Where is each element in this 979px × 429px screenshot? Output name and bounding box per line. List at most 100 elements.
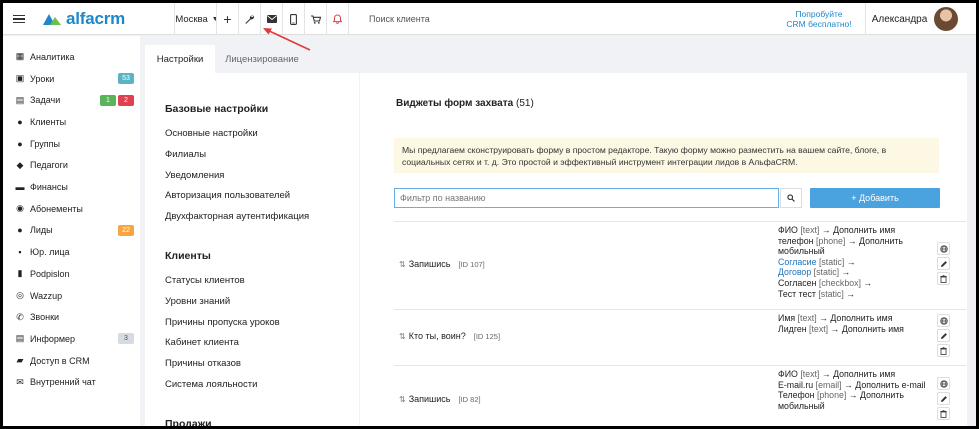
client-search-input[interactable] (369, 14, 529, 24)
logo-text: alfacrm (66, 9, 126, 28)
form-id: [ID 107] (458, 259, 485, 269)
trash-icon (940, 274, 947, 283)
sidebar-item[interactable]: ● Клиенты (3, 111, 140, 133)
form-fields: ФИО [text] → Дополнить имя телефон [phone… (778, 225, 928, 299)
edit-button[interactable] (937, 329, 950, 342)
edit-button[interactable] (937, 257, 950, 270)
settings-menu-link[interactable]: Система лояльности (165, 379, 257, 390)
open-button[interactable] (937, 242, 950, 255)
sidebar-item[interactable]: ▰ Доступ в CRM (3, 350, 140, 372)
settings-menu-link[interactable]: Филиалы (165, 149, 206, 160)
delete-button[interactable] (937, 407, 950, 420)
settings-menu-link[interactable]: Уровни знаний (165, 296, 230, 307)
logo[interactable]: alfacrm (41, 3, 141, 35)
form-name[interactable]: ⇅ Кто ты, воин? [ID 125] (399, 331, 500, 341)
open-button[interactable] (937, 314, 950, 327)
delete-button[interactable] (937, 344, 950, 357)
sidebar-item[interactable]: ✆ Звонки (3, 306, 140, 328)
search-icon (787, 194, 795, 202)
sidebar-item[interactable]: ▮ Podpislon (3, 263, 140, 285)
open-button[interactable] (937, 377, 950, 390)
form-name[interactable]: ⇅ Запишись [ID 82] (399, 394, 481, 404)
field-type: [static] (818, 256, 845, 267)
sidebar-item-label: Доступ в CRM (30, 355, 90, 366)
sidebar-item[interactable]: ◎ Wazzup (3, 285, 140, 307)
pencil-icon (940, 395, 948, 403)
field-mapping: телефон [phone] → Дополнить мобильный (778, 236, 928, 257)
page-title: Виджеты форм захвата (51) (396, 98, 534, 109)
section-title-sales: Продажи (165, 418, 212, 426)
globe-icon (939, 316, 948, 325)
delete-button[interactable] (937, 272, 950, 285)
form-widget-row: ⇅ Запишись [ID 82] ФИО [text] → Дополнить и… (394, 365, 954, 426)
notifications-button[interactable] (326, 3, 348, 35)
sort-icon: ⇅ (399, 259, 406, 269)
sidebar-item[interactable]: ▪ Юр. лица (3, 241, 140, 263)
field-link[interactable]: Договор (778, 267, 811, 277)
field-type: [text] (809, 323, 829, 334)
globe-icon (939, 379, 948, 388)
sidebar-item[interactable]: ▣ Уроки 53 (3, 68, 140, 90)
settings-menu-link[interactable]: Статусы клиентов (165, 275, 245, 286)
sidebar-item[interactable]: ▬ Финансы (3, 176, 140, 198)
sidebar-item[interactable]: ● Лиды 22 (3, 220, 140, 242)
add-widget-button[interactable]: + Добавить (810, 188, 940, 208)
section-title-clients: Клиенты (165, 250, 211, 262)
field-label: Имя (778, 313, 796, 323)
field-label: Тест тест (778, 288, 816, 299)
field-label: телефон (778, 235, 814, 246)
graduation-cap-icon: ◆ (16, 159, 24, 170)
tab-licensing[interactable]: Лицензирование (217, 45, 307, 73)
sidebar-item[interactable]: ◆ Педагоги (3, 155, 140, 177)
settings-menu-link[interactable]: Авторизация пользователей (165, 190, 290, 201)
menu-toggle-button[interactable] (7, 3, 31, 35)
field-label: Лидген (778, 323, 807, 334)
row-actions (937, 242, 951, 287)
settings-menu-link[interactable]: Основные настройки (165, 128, 258, 139)
form-name[interactable]: ⇅ Запишись [ID 107] (399, 259, 485, 269)
branch-selector[interactable]: Москва ▼ (174, 3, 219, 35)
add-button[interactable]: + (216, 3, 238, 35)
count-badge: 3 (118, 333, 134, 345)
settings-menu-link[interactable]: Двухфакторная аутентификация (165, 211, 309, 222)
sidebar-item-label: Podpislon (30, 268, 70, 279)
logo-mark-icon (43, 14, 61, 25)
settings-menu-link[interactable]: Причины пропуска уроков (165, 317, 280, 328)
edit-button[interactable] (937, 392, 950, 405)
field-target: → Дополнить имя (819, 313, 893, 323)
form-title: Запишись (408, 259, 451, 269)
sidebar-item[interactable]: ◉ Абонементы (3, 198, 140, 220)
filter-input[interactable] (394, 188, 779, 208)
widgets-panel: Виджеты форм захвата (51) Мы предлагаем … (360, 73, 967, 426)
sidebar-item-label: Внутренний чат (30, 377, 96, 388)
settings-menu-link[interactable]: Причины отказов (165, 358, 241, 369)
field-type: [text] (800, 225, 820, 235)
filter-search-button[interactable] (780, 188, 802, 208)
user-menu[interactable]: Александра (865, 3, 933, 35)
tab-settings[interactable]: Настройки (145, 45, 215, 73)
sidebar-item[interactable]: ✉ Внутренний чат (3, 372, 140, 394)
clipboard-icon: ▤ (15, 94, 25, 105)
field-mapping: Тест тест [static] → (778, 289, 928, 300)
field-target: → (846, 256, 856, 267)
field-target: → (841, 267, 851, 278)
sidebar-item[interactable]: ▤ Задачи 1 2 (3, 89, 140, 111)
settings-menu-link[interactable]: Кабинет клиента (165, 337, 239, 348)
sidebar-item-label: Лиды (30, 225, 53, 236)
field-label: Согласен (778, 277, 817, 288)
sidebar-item-label: Финансы (30, 182, 68, 193)
avatar[interactable] (932, 3, 960, 35)
bell-icon (333, 14, 342, 24)
client-search (348, 3, 548, 35)
settings-menu-link[interactable]: Уведомления (165, 170, 224, 181)
sidebar-item[interactable]: ● Группы (3, 133, 140, 155)
field-type: [static] (818, 288, 844, 299)
sidebar-item-label: Клиенты (30, 116, 67, 127)
field-link[interactable]: Согласие (778, 257, 817, 267)
sidebar-item[interactable]: ▦ Аналитика (3, 46, 140, 68)
field-label: ФИО (778, 369, 798, 379)
users-icon: ● (17, 138, 23, 149)
trial-link[interactable]: Попробуйте CRM бесплатно! (773, 3, 865, 35)
sidebar-item-label: Аналитика (30, 51, 75, 62)
sidebar-item[interactable]: ▤ Информер 3 (3, 328, 140, 350)
